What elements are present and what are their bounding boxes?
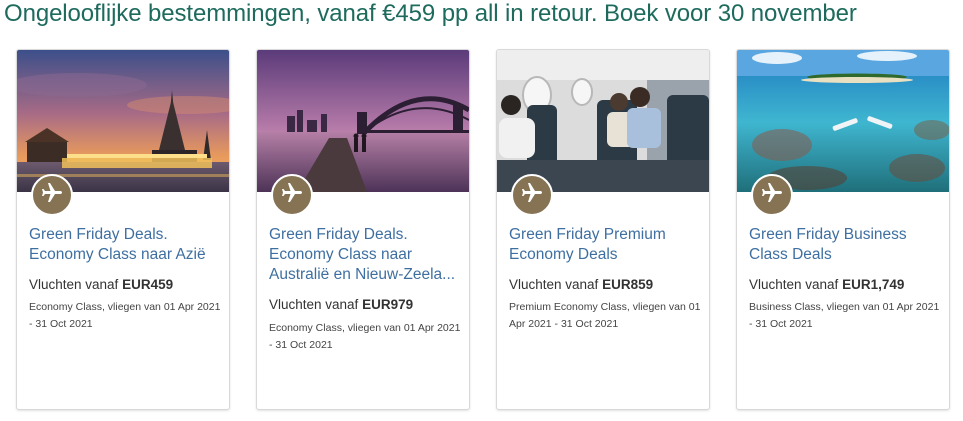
airplane-icon	[40, 181, 64, 210]
deal-card-business[interactable]: Green Friday Business Class Deals Vlucht…	[736, 49, 950, 410]
flight-badge	[271, 174, 313, 216]
price-prefix: Vluchten vanaf	[29, 277, 119, 292]
price-line: Vluchten vanaf EUR1,749	[749, 277, 944, 292]
price-value: EUR979	[362, 297, 414, 312]
airplane-icon	[760, 181, 784, 210]
price-prefix: Vluchten vanaf	[269, 297, 359, 312]
price-prefix: Vluchten vanaf	[509, 277, 599, 292]
page-headline: Ongelooflijke bestemmingen, vanaf €459 p…	[4, 0, 857, 27]
deal-detail: Economy Class, vliegen van 01 Apr 2021 -…	[269, 322, 461, 351]
bangkok-temple-image	[17, 50, 229, 192]
deal-card-asia[interactable]: Green Friday Deals. Economy Class naar A…	[16, 49, 230, 410]
deal-title[interactable]: Green Friday Deals. Economy Class naar A…	[29, 225, 224, 265]
price-line: Vluchten vanaf EUR859	[509, 277, 704, 292]
price-value: EUR1,749	[842, 277, 905, 292]
airplane-icon	[520, 181, 544, 210]
price-line: Vluchten vanaf EUR459	[29, 277, 224, 292]
airplane-cabin-image	[497, 50, 709, 192]
deal-detail: Premium Economy Class, vliegen van 01 Ap…	[509, 301, 701, 330]
price-value: EUR459	[122, 277, 174, 292]
flight-badge	[751, 174, 793, 216]
deal-title[interactable]: Green Friday Deals. Economy Class naar A…	[269, 225, 464, 285]
airplane-icon	[280, 181, 304, 210]
deal-title[interactable]: Green Friday Business Class Deals	[749, 225, 944, 265]
deal-detail: Economy Class, vliegen van 01 Apr 2021 -…	[29, 301, 221, 330]
sydney-harbour-image	[257, 50, 469, 192]
price-prefix: Vluchten vanaf	[749, 277, 839, 292]
price-line: Vluchten vanaf EUR979	[269, 297, 464, 312]
deal-card-premium-economy[interactable]: Green Friday Premium Economy Deals Vluch…	[496, 49, 710, 410]
flight-badge	[511, 174, 553, 216]
deal-title[interactable]: Green Friday Premium Economy Deals	[509, 225, 704, 265]
tropical-reef-image	[737, 50, 949, 192]
deal-card-australia[interactable]: Green Friday Deals. Economy Class naar A…	[256, 49, 470, 410]
flight-badge	[31, 174, 73, 216]
deal-detail: Business Class, vliegen van 01 Apr 2021 …	[749, 301, 940, 330]
price-value: EUR859	[602, 277, 654, 292]
